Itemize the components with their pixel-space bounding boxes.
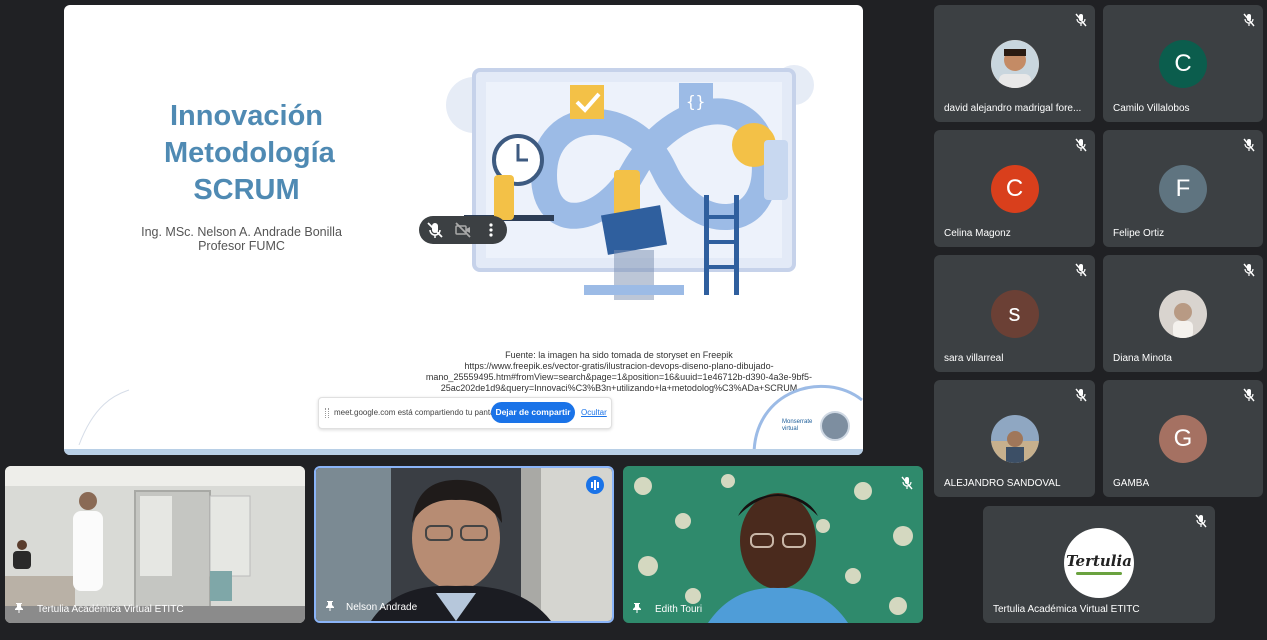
mic-off-icon bbox=[901, 476, 913, 490]
slide-title-line: Innovación bbox=[169, 100, 324, 132]
mic-off-icon bbox=[1075, 263, 1087, 277]
screen-share-bar: meet.google.com está compartiendo tu pan… bbox=[318, 397, 612, 429]
source-line: Fuente: la imagen ha sido tomada de stor… bbox=[505, 350, 733, 360]
slide-author: Ing. MSc. Nelson A. Andrade Bonilla Prof… bbox=[119, 225, 364, 253]
shared-screen: Innovación Metodología SCRUM Ing. MSc. N… bbox=[64, 5, 863, 455]
drag-handle[interactable] bbox=[325, 408, 329, 418]
pin-icon[interactable] bbox=[325, 600, 335, 611]
more-vert-icon[interactable] bbox=[481, 220, 501, 240]
tertulia-logo: Tertulia bbox=[1064, 528, 1134, 598]
participant-video bbox=[623, 466, 923, 623]
participant-name: ALEJANDRO SANDOVAL bbox=[944, 478, 1061, 489]
participant-name: GAMBA bbox=[1113, 478, 1150, 489]
mic-off-icon bbox=[1243, 263, 1255, 277]
participant-name: Camilo Villalobos bbox=[1113, 103, 1190, 114]
author-name: Ing. MSc. Nelson A. Andrade Bonilla bbox=[141, 225, 342, 239]
hide-share-bar-link[interactable]: Ocultar bbox=[581, 408, 607, 417]
participant-name: Edith Touri bbox=[655, 604, 703, 615]
participant-tile[interactable]: C Camilo Villalobos bbox=[1103, 5, 1263, 122]
video-off-icon[interactable] bbox=[453, 220, 473, 240]
participant-tile[interactable]: G GAMBA bbox=[1103, 380, 1263, 497]
person-photo bbox=[990, 415, 1039, 463]
participant-tile[interactable]: david alejandro madrigal fore... bbox=[934, 5, 1095, 122]
participant-tile[interactable]: Tertulia Tertulia Académica Virtual ETIT… bbox=[983, 506, 1215, 623]
logo-emblem bbox=[820, 411, 850, 441]
avatar: C bbox=[1159, 40, 1207, 88]
participant-name: Tertulia Académica Virtual ETITC bbox=[37, 604, 184, 615]
scrum-illustration: {} bbox=[446, 65, 814, 300]
stop-sharing-button[interactable]: Dejar de compartir bbox=[491, 402, 575, 423]
speaker-video bbox=[316, 468, 612, 621]
participant-name: Tertulia Académica Virtual ETITC bbox=[993, 604, 1140, 615]
slide-title-line: SCRUM bbox=[193, 174, 300, 206]
audio-level-icon bbox=[586, 476, 604, 494]
participant-name: Diana Minota bbox=[1113, 353, 1172, 364]
avatar: C bbox=[990, 165, 1039, 213]
decorative-arc bbox=[78, 389, 130, 445]
video-tile[interactable]: Tertulia Académica Virtual ETITC bbox=[5, 466, 305, 623]
mic-off-icon bbox=[1075, 138, 1087, 152]
mic-off-icon bbox=[1243, 388, 1255, 402]
participant-name: david alejandro madrigal fore... bbox=[944, 103, 1082, 114]
mic-off-icon bbox=[1243, 13, 1255, 27]
pin-icon[interactable] bbox=[14, 602, 24, 613]
avatar: F bbox=[1159, 165, 1207, 213]
video-tile[interactable]: Edith Touri bbox=[623, 466, 923, 623]
mic-off-icon[interactable] bbox=[425, 220, 445, 240]
mic-off-icon bbox=[1075, 388, 1087, 402]
avatar: G bbox=[1159, 415, 1207, 463]
mic-off-icon bbox=[1195, 514, 1207, 528]
slide-bottom-bar bbox=[64, 449, 863, 455]
participant-tile[interactable]: ALEJANDRO SANDOVAL bbox=[934, 380, 1095, 497]
participant-name: Felipe Ortiz bbox=[1113, 228, 1165, 239]
avatar bbox=[990, 40, 1039, 88]
slide-title-line: Metodología bbox=[164, 137, 335, 169]
participant-tile[interactable]: C Celina Magonz bbox=[934, 130, 1095, 247]
audio-bars bbox=[591, 480, 599, 490]
person-photo bbox=[1159, 290, 1207, 338]
avatar: s bbox=[990, 290, 1039, 338]
presenter-controls bbox=[419, 216, 507, 244]
participant-tile[interactable]: s sara villarreal bbox=[934, 255, 1095, 372]
participant-name: sara villarreal bbox=[944, 353, 1004, 364]
person-photo bbox=[990, 40, 1039, 88]
pin-icon[interactable] bbox=[632, 602, 642, 613]
avatar bbox=[990, 415, 1039, 463]
participant-name: Nelson Andrade bbox=[346, 602, 418, 613]
avatar bbox=[1159, 290, 1207, 338]
logo-underline bbox=[1076, 572, 1122, 575]
mic-off-icon bbox=[1243, 138, 1255, 152]
svg-text:{}: {} bbox=[686, 92, 705, 111]
slide-title: Innovación Metodología SCRUM bbox=[164, 98, 335, 209]
author-role: Profesor FUMC bbox=[198, 239, 285, 253]
room-video bbox=[5, 466, 305, 623]
mic-off-icon bbox=[1075, 13, 1087, 27]
share-status-text: meet.google.com está compartiendo tu pan… bbox=[334, 408, 505, 417]
decorative-arc bbox=[752, 384, 863, 455]
participant-tile[interactable]: Diana Minota bbox=[1103, 255, 1263, 372]
logo-text: Tertulia bbox=[1066, 552, 1132, 570]
video-tile-active-speaker[interactable]: Nelson Andrade bbox=[314, 466, 614, 623]
participant-tile[interactable]: F Felipe Ortiz bbox=[1103, 130, 1263, 247]
participant-name: Celina Magonz bbox=[944, 228, 1011, 239]
